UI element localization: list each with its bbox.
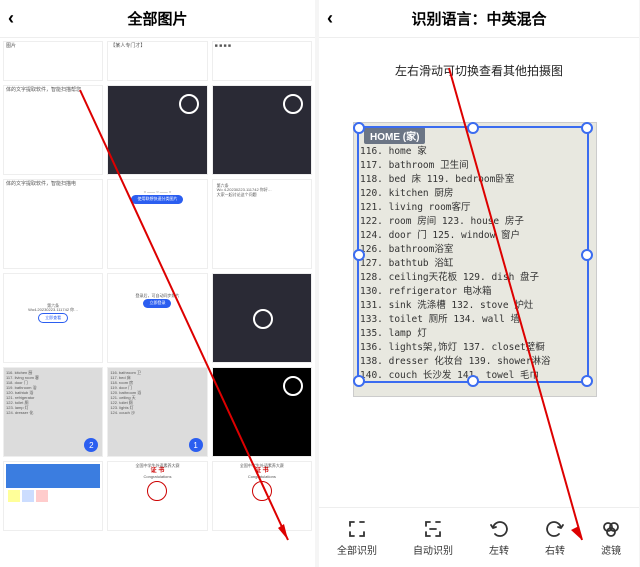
thumb[interactable]: 图片	[3, 41, 103, 81]
bottom-toolbar: 全部识别 自动识别 左转 右转 滤镜	[319, 507, 639, 567]
preview-pane: ‹ 识别语言：中英混合 左右滑动可切换查看其他拍摄图 HOME (家) 116.…	[319, 0, 639, 567]
capture-circle-icon	[179, 94, 199, 114]
btn: 立即登录	[143, 299, 171, 307]
capture-circle-icon	[283, 94, 303, 114]
btn: 使用联想快速分类图片	[131, 195, 183, 203]
gallery-pane: ‹ 全部图片 图片 【某人专门才】 ■ ■ ■ ■ 体的文字提取软件，智能扫描帮…	[0, 0, 315, 567]
capture-circle-icon	[283, 376, 303, 396]
filter-icon	[601, 519, 621, 539]
tool-auto-recognize[interactable]: 自动识别	[413, 519, 453, 557]
document-image: HOME (家) 116. home 家117. bathroom 卫生间118…	[353, 122, 597, 397]
thumb[interactable]: ■ ■ ■ ■	[212, 41, 312, 81]
thumb[interactable]	[212, 367, 312, 457]
thumb[interactable]: 【某人专门才】	[107, 41, 207, 81]
gallery-title: 全部图片	[127, 8, 187, 29]
badge: 1	[189, 438, 203, 452]
back-chevron-icon[interactable]: ‹	[327, 8, 333, 29]
language-title: 识别语言：中英混合	[411, 8, 546, 29]
btn: 立即查看	[38, 313, 68, 323]
thumb[interactable]	[3, 461, 103, 531]
thumb[interactable]: ○ —— ○ —— ○ 使用联想快速分类图片	[107, 179, 207, 269]
capture-circle-icon	[253, 309, 273, 329]
thumb[interactable]: 体的文字提取软件，智能扫描帮您	[3, 85, 103, 175]
rotate-left-icon	[489, 519, 509, 539]
crop-auto-icon	[423, 519, 443, 539]
preview-header: ‹ 识别语言：中英混合	[319, 0, 639, 38]
rotate-right-icon	[545, 519, 565, 539]
doc-text: 116. home 家117. bathroom 卫生间118. bed 床 1…	[360, 145, 590, 383]
tool-rotate-left[interactable]: 左转	[489, 519, 509, 557]
thumb[interactable]	[212, 273, 312, 363]
thumb[interactable]	[212, 85, 312, 175]
tool-full-recognize[interactable]: 全部识别	[337, 519, 377, 557]
thumb[interactable]	[107, 85, 207, 175]
thumb[interactable]: 116. kitchen 厨117. living room 客118. doo…	[3, 367, 103, 457]
image-grid: 图片 【某人专门才】 ■ ■ ■ ■ 体的文字提取软件，智能扫描帮您 体的文字提…	[0, 38, 315, 534]
thumb[interactable]: 全国中学生外语素养大赛证 书Congratulations	[107, 461, 207, 531]
thumb[interactable]: 第六条Wo 4.20230223.111742 你好…大家一起讨论这个问题	[212, 179, 312, 269]
crop-full-icon	[347, 519, 367, 539]
badge: 2	[84, 438, 98, 452]
thumb[interactable]: 116. bathroom 卫117. bed 床118. room 房119.…	[107, 367, 207, 457]
thumb[interactable]: 全国中学生外语素养大赛证 书Congratulations	[212, 461, 312, 531]
swipe-hint: 左右滑动可切换查看其他拍摄图	[319, 62, 639, 79]
thumb[interactable]: 登录后，可自动同步照片 立即登录	[107, 273, 207, 363]
thumb[interactable]: 体的文字提取软件，智能扫描电	[3, 179, 103, 269]
tool-filter[interactable]: 滤镜	[601, 519, 621, 557]
tool-rotate-right[interactable]: 右转	[545, 519, 565, 557]
crop-area[interactable]: HOME (家) 116. home 家117. bathroom 卫生间118…	[357, 130, 593, 390]
back-chevron-icon[interactable]: ‹	[8, 8, 14, 29]
gallery-header: ‹ 全部图片	[0, 0, 315, 38]
thumb[interactable]: 第六条Wo4.20230223.111742 你… 立即查看	[3, 273, 103, 363]
doc-section-title: HOME (家)	[364, 127, 425, 144]
